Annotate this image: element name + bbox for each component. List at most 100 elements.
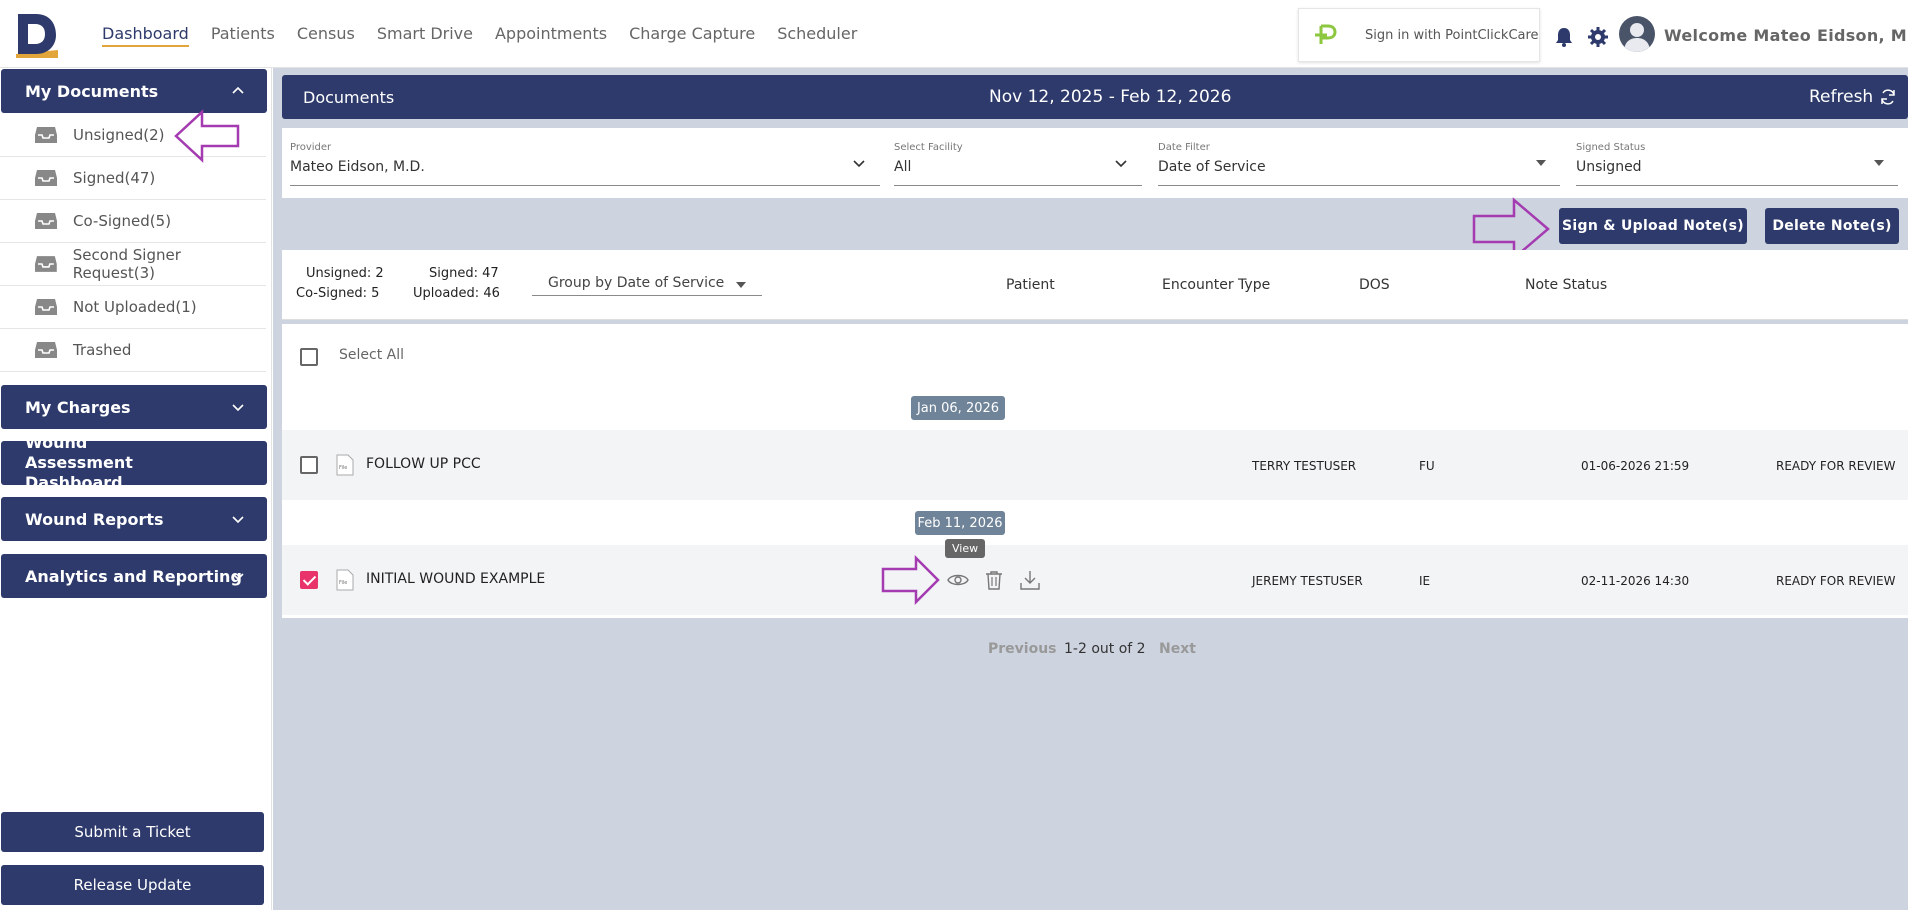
- svg-text:File: File: [339, 465, 347, 471]
- previous-button[interactable]: Previous: [988, 641, 1057, 657]
- documents-title: Documents: [303, 88, 395, 107]
- main-nav: Dashboard Patients Census Smart Drive Ap…: [102, 24, 857, 47]
- download-icon[interactable]: [1019, 569, 1041, 591]
- avatar[interactable]: [1619, 16, 1655, 52]
- caret-down-icon: [1536, 160, 1546, 166]
- chevron-up-icon: [232, 86, 244, 94]
- chevron-down-icon: [232, 516, 244, 524]
- provider-value: Mateo Eidson, M.D.: [290, 159, 425, 175]
- next-button[interactable]: Next: [1159, 641, 1196, 657]
- column-header-encounter-type[interactable]: Encounter Type: [1162, 277, 1270, 293]
- sidebar-item-not-uploaded[interactable]: Not Uploaded(1): [0, 286, 266, 329]
- file-icon: File: [336, 454, 354, 476]
- inbox-icon: [35, 342, 57, 358]
- facility-value: All: [894, 159, 912, 175]
- date-of-service: 02-11-2026 14:30: [1581, 574, 1690, 588]
- sidebar-item-trashed[interactable]: Trashed: [0, 329, 266, 372]
- note-status: READY FOR REVIEW: [1776, 459, 1896, 473]
- release-update-button[interactable]: Release Update: [1, 865, 264, 905]
- sidebar-item-label: Second Signer Request(3): [72, 246, 181, 282]
- nav-smart-drive[interactable]: Smart Drive: [377, 24, 473, 47]
- sidebar-item-co-signed[interactable]: Co-Signed(5): [0, 200, 266, 243]
- date-filter-select[interactable]: Date Filter Date of Service: [1158, 142, 1560, 186]
- pagination-info: 1-2 out of 2: [1064, 641, 1146, 657]
- inbox-icon: [34, 256, 57, 272]
- refresh-label: Refresh: [1809, 87, 1874, 107]
- summary-bar: Unsigned: 2 Signed: 47 Co-Signed: 5 Uplo…: [282, 250, 1908, 320]
- caret-down-icon: [736, 282, 746, 288]
- inbox-icon: [35, 299, 57, 315]
- pcc-signin-label: Sign in with PointClickCare: [1365, 27, 1539, 43]
- inbox-icon: [35, 127, 57, 143]
- welcome-text[interactable]: Welcome Mateo Eidson, M.D.: [1664, 26, 1908, 45]
- my-charges-header[interactable]: My Charges: [1, 385, 267, 429]
- document-name[interactable]: INITIAL WOUND EXAMPLE: [366, 571, 545, 587]
- app-logo[interactable]: [12, 10, 62, 60]
- column-header-dos[interactable]: DOS: [1359, 277, 1390, 293]
- row-checkbox[interactable]: [300, 571, 318, 589]
- chevron-down-icon: [853, 160, 865, 168]
- group-by-value: Group by Date of Service: [548, 275, 725, 291]
- wound-assessment-dashboard-label: Wound Assessment Dashboard: [25, 433, 133, 492]
- filters-panel: Provider Mateo Eidson, M.D. Select Facil…: [282, 128, 1908, 198]
- column-header-note-status[interactable]: Note Status: [1525, 277, 1607, 293]
- sign-upload-notes-button[interactable]: Sign & Upload Note(s): [1559, 208, 1747, 244]
- documents-list: Select All Jan 06, 2026 File FOLLOW UP P…: [282, 324, 1908, 618]
- nav-appointments[interactable]: Appointments: [495, 24, 607, 47]
- sidebar-item-label: Unsigned(2): [73, 126, 165, 144]
- uploaded-count: Uploaded: 46: [413, 286, 500, 301]
- caret-down-icon: [1874, 160, 1884, 166]
- table-row[interactable]: File INITIAL WOUND EXAMPLE View JEREMY T…: [282, 539, 1908, 615]
- select-all-checkbox[interactable]: [300, 348, 318, 366]
- wound-assessment-dashboard-header[interactable]: Wound Assessment Dashboard: [1, 433, 267, 492]
- gear-icon[interactable]: [1587, 26, 1609, 48]
- trash-icon[interactable]: [983, 569, 1005, 591]
- note-status: READY FOR REVIEW: [1776, 574, 1896, 588]
- group-by-select[interactable]: Group by Date of Service: [532, 268, 762, 296]
- patient-name: TERRY TESTUSER: [1252, 459, 1357, 473]
- signed-status-select[interactable]: Signed Status Unsigned: [1576, 142, 1898, 186]
- sidebar-item-second-signer-request[interactable]: Second Signer Request(3): [0, 243, 266, 286]
- bell-icon[interactable]: [1553, 26, 1575, 48]
- svg-text:File: File: [339, 580, 347, 586]
- eye-icon[interactable]: [947, 569, 969, 591]
- document-name[interactable]: FOLLOW UP PCC: [366, 456, 481, 472]
- facility-select[interactable]: Select Facility All: [894, 142, 1142, 186]
- sidebar-item-label: Trashed: [73, 341, 132, 359]
- date-filter-value: Date of Service: [1158, 159, 1266, 175]
- chevron-down-icon: [232, 404, 244, 412]
- sidebar-item-label: Signed(47): [73, 169, 156, 187]
- table-row[interactable]: File FOLLOW UP PCC TERRY TESTUSER FU 01-…: [282, 430, 1908, 500]
- date-group-chip: Feb 11, 2026: [915, 511, 1005, 535]
- nav-dashboard[interactable]: Dashboard: [102, 24, 189, 47]
- unsigned-count: Unsigned: 2: [306, 266, 384, 281]
- date-group-chip: Jan 06, 2026: [911, 396, 1005, 420]
- nav-patients[interactable]: Patients: [211, 24, 275, 47]
- chevron-down-icon: [1115, 160, 1127, 168]
- patient-name: JEREMY TESTUSER: [1252, 574, 1363, 588]
- analytics-reporting-header[interactable]: Analytics and Reporting: [1, 554, 267, 598]
- sidebar-item-label: Not Uploaded(1): [73, 298, 197, 316]
- encounter-type: IE: [1419, 574, 1431, 588]
- submit-ticket-button[interactable]: Submit a Ticket: [1, 812, 264, 852]
- refresh-button[interactable]: Refresh: [1809, 87, 1897, 107]
- column-header-patient[interactable]: Patient: [1006, 277, 1055, 293]
- wound-reports-header[interactable]: Wound Reports: [1, 497, 267, 541]
- select-all-label: Select All: [339, 347, 404, 363]
- provider-select[interactable]: Provider Mateo Eidson, M.D.: [290, 142, 880, 186]
- date-of-service: 01-06-2026 21:59: [1581, 459, 1690, 473]
- pcc-signin-button[interactable]: Sign in with PointClickCare: [1298, 8, 1540, 62]
- nav-scheduler[interactable]: Scheduler: [777, 24, 857, 47]
- date-filter-label: Date Filter: [1158, 142, 1210, 153]
- main-content: Documents Nov 12, 2025 - Feb 12, 2026 Re…: [273, 68, 1908, 910]
- inbox-icon: [35, 170, 57, 186]
- nav-charge-capture[interactable]: Charge Capture: [629, 24, 755, 47]
- sidebar-item-label: Co-Signed(5): [73, 212, 172, 230]
- row-checkbox[interactable]: [300, 456, 318, 474]
- nav-census[interactable]: Census: [297, 24, 355, 47]
- wound-reports-label: Wound Reports: [25, 509, 164, 529]
- refresh-icon: [1881, 89, 1895, 105]
- delete-notes-button[interactable]: Delete Note(s): [1765, 208, 1899, 244]
- annotation-arrow-left-icon: [174, 109, 240, 163]
- my-charges-label: My Charges: [25, 397, 131, 417]
